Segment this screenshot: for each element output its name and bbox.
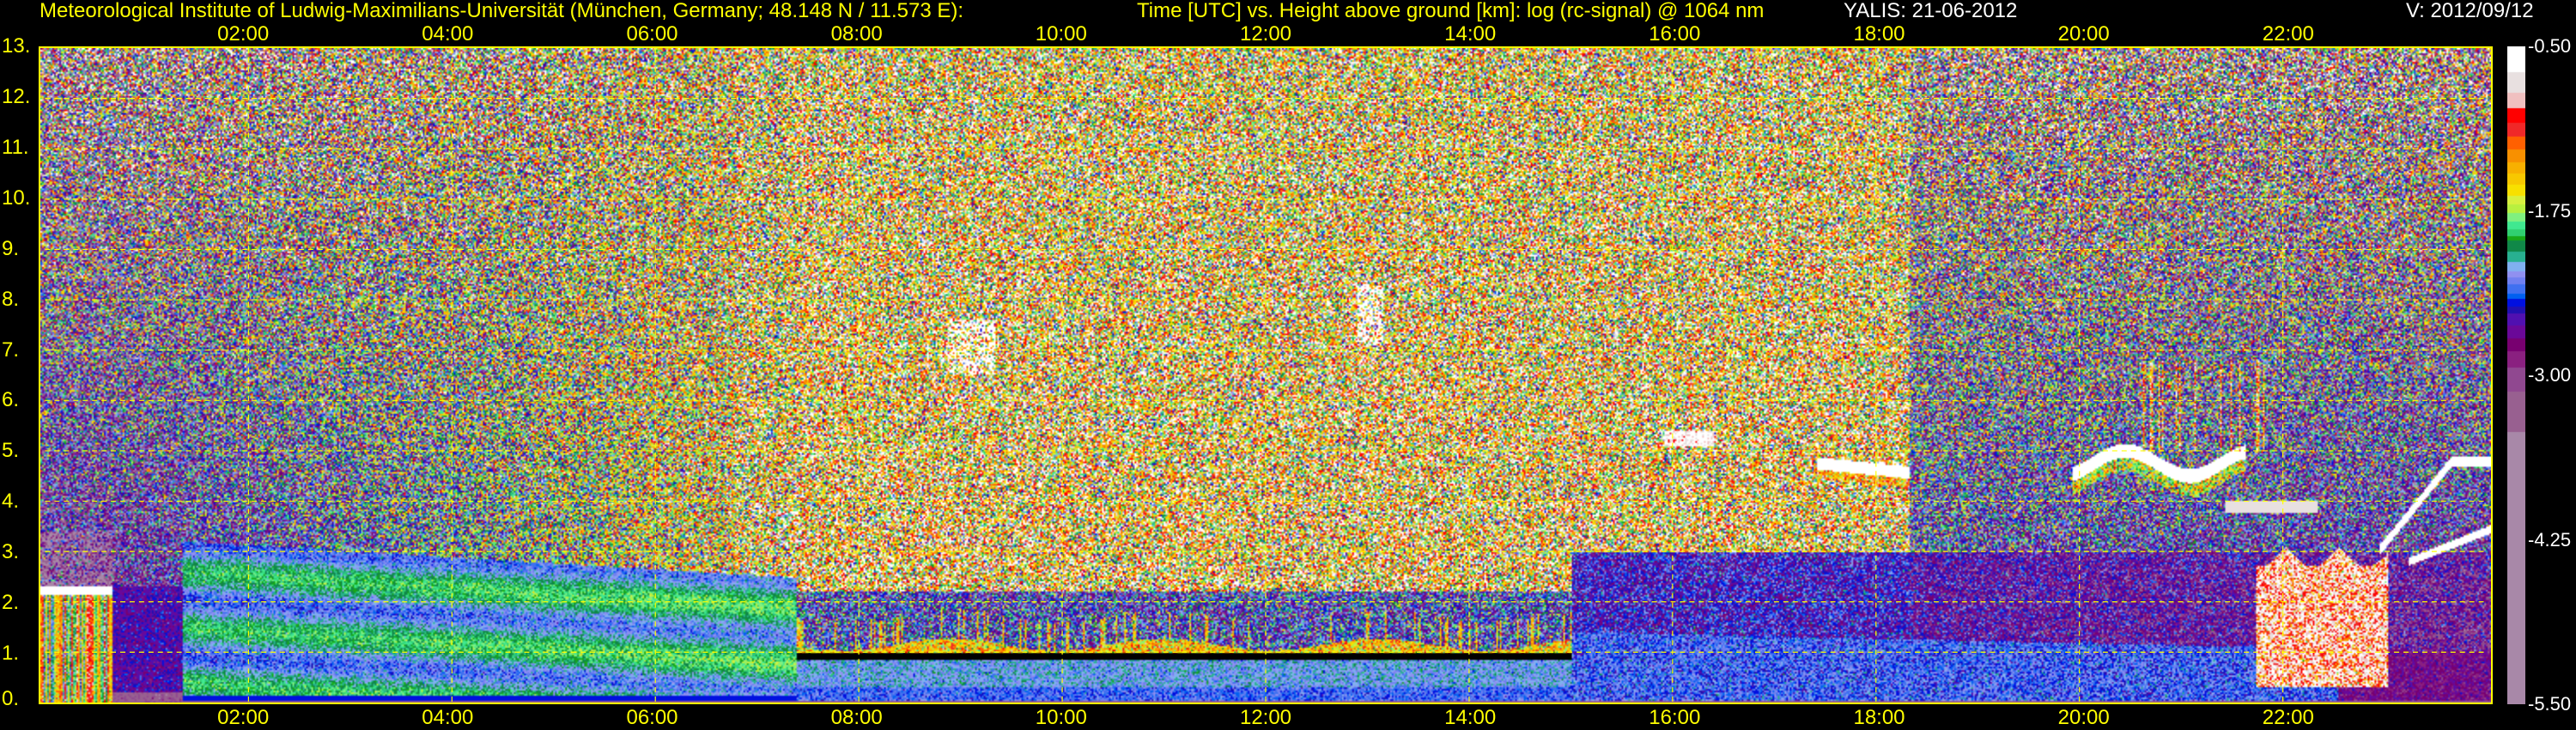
x-tick-label: 08:00 <box>830 22 883 46</box>
colorbar-tick-label: -1.75 <box>2528 199 2572 222</box>
colorbar-tick-label: -5.50 <box>2528 693 2572 715</box>
x-tick-label: 06:00 <box>626 22 678 46</box>
y-tick-label: 12. <box>2 84 31 108</box>
x-tick-label: 02:00 <box>217 706 270 729</box>
x-tick-label: 06:00 <box>626 706 678 729</box>
version-label: V: 2012/09/12 <box>2406 0 2534 22</box>
x-tick-label: 04:00 <box>422 22 474 46</box>
x-tick-label: 18:00 <box>1853 706 1905 729</box>
y-tick-label: 1. <box>2 642 20 666</box>
plot-description: Time [UTC] vs. Height above ground [km]:… <box>1137 0 1765 22</box>
x-tick-label: 14:00 <box>1444 22 1497 46</box>
x-tick-label: 02:00 <box>217 22 270 46</box>
y-tick-label: 13. <box>2 34 31 58</box>
y-tick-label: 11. <box>2 135 29 159</box>
y-tick-label: 7. <box>2 338 20 362</box>
colorbar-tick-label: -0.50 <box>2528 35 2572 57</box>
x-tick-label: 10:00 <box>1035 22 1087 46</box>
colorbar-tick-label: -3.00 <box>2528 364 2572 386</box>
x-tick-label: 12:00 <box>1239 706 1292 729</box>
x-tick-label: 08:00 <box>830 706 883 729</box>
x-tick-label: 16:00 <box>1649 706 1701 729</box>
y-tick-label: 5. <box>2 439 20 463</box>
instrument-date: YALIS: 21-06-2012 <box>1844 0 2018 22</box>
grid-lines <box>45 48 2487 703</box>
y-tick-label: 4. <box>2 490 20 514</box>
x-tick-label: 12:00 <box>1239 22 1292 46</box>
colorbar-tick-label: -4.25 <box>2528 528 2572 551</box>
x-tick-label: 18:00 <box>1853 22 1905 46</box>
x-tick-label: 10:00 <box>1035 706 1087 729</box>
y-tick-label: 9. <box>2 236 20 260</box>
y-tick-label: 0. <box>2 687 20 710</box>
y-tick-label: 6. <box>2 388 20 412</box>
y-tick-label: 10. <box>2 186 31 210</box>
x-tick-label: 22:00 <box>2262 22 2314 46</box>
lidar-backscatter-plot <box>39 46 2493 704</box>
y-tick-label: 3. <box>2 540 20 564</box>
colorbar <box>2507 46 2525 704</box>
x-tick-label: 14:00 <box>1444 706 1497 729</box>
x-tick-label: 16:00 <box>1649 22 1701 46</box>
x-tick-label: 22:00 <box>2262 706 2314 729</box>
y-tick-label: 2. <box>2 591 20 615</box>
x-tick-label: 04:00 <box>422 706 474 729</box>
y-tick-label: 8. <box>2 287 20 311</box>
institute-title: Meteorological Institute of Ludwig-Maxim… <box>39 0 964 22</box>
x-tick-label: 20:00 <box>2057 22 2110 46</box>
x-tick-label: 20:00 <box>2057 706 2110 729</box>
